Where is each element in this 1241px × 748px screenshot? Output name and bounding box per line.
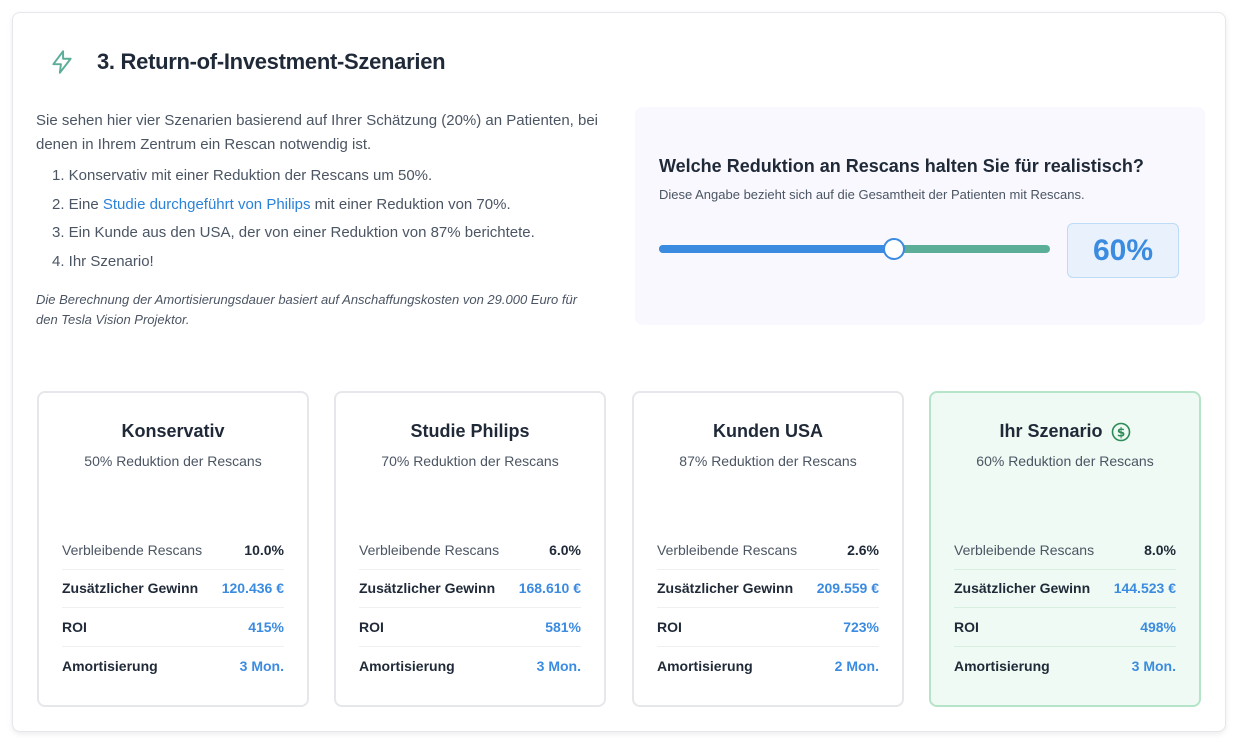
metric-label: Verbleibende Rescans	[954, 541, 1095, 558]
scenario-title: Studie Philips	[336, 421, 604, 442]
scenario-subtitle: 87% Reduktion der Rescans	[679, 453, 857, 469]
section-header: 3. Return-of-Investment-Szenarien	[49, 49, 446, 75]
list-item: 1. Konservativ mit einer Reduktion der R…	[52, 167, 433, 184]
scenario-card: Studie Philips 70% Reduktion der Rescans V…	[334, 391, 606, 707]
scenario-card: Konservativ 50% Reduktion der Rescans Verb…	[37, 391, 309, 707]
metric-label: ROI	[954, 618, 979, 635]
scenario-metrics: Verbleibende Rescans 6.0% Zusätzlicher Gew…	[359, 531, 581, 685]
scenario-metrics: Verbleibende Rescans 8.0% Zusätzlicher Gew…	[954, 531, 1176, 685]
metric-label: Zusätzlicher Gewinn	[954, 580, 1091, 597]
metric-value: 10.0%	[244, 541, 284, 558]
roi-scenarios-panel: 3. Return-of-Investment-Szenarien Sie se…	[12, 12, 1226, 732]
metric-row: Zusätzlicher Gewinn 209.559 €	[657, 570, 879, 608]
metric-label: ROI	[657, 618, 682, 635]
scenario-title-text: Konservativ	[121, 421, 225, 441]
metric-label: Zusätzlicher Gewinn	[657, 580, 794, 597]
reduction-value-display: 60%	[1067, 223, 1179, 278]
reduction-slider[interactable]	[659, 238, 1050, 260]
metric-value: 415%	[248, 618, 284, 635]
slider-question: Welche Reduktion an Rescans halten Sie f…	[659, 156, 1144, 176]
metric-row: ROI 415%	[62, 608, 284, 647]
metric-value: 168.610 €	[518, 580, 581, 597]
dollar-circle-icon: $	[1111, 422, 1131, 442]
philips-study-link[interactable]: Studie durchgeführt von Philips	[103, 196, 311, 213]
list-item-suffix: mit einer Reduktion von 70%.	[310, 195, 511, 213]
metric-label: ROI	[359, 618, 384, 635]
metric-row: Zusätzlicher Gewinn 120.436 €	[62, 570, 284, 608]
scenario-title-text: Ihr Szenario	[999, 421, 1103, 441]
metric-row: ROI 498%	[954, 608, 1176, 647]
list-item: 4. Ihr Szenario!	[52, 252, 154, 270]
metric-row: ROI 723%	[657, 608, 879, 647]
list-item: 2. Eine Studie durchgeführt von Philips …	[52, 191, 606, 220]
scenario-list: 1. Konservativ mit einer Reduktion der R…	[36, 162, 606, 276]
scenario-title: Konservativ	[39, 421, 307, 442]
lightning-bolt-icon	[49, 49, 75, 75]
amortization-note: Die Berechnung der Amortisierungsdauer b…	[36, 292, 578, 327]
metric-value: 2 Mon.	[834, 657, 879, 674]
metric-label: Verbleibende Rescans	[359, 541, 500, 558]
metric-value: 581%	[545, 618, 581, 635]
intro-paragraph: Sie sehen hier vier Szenarien basierend …	[36, 112, 599, 153]
section-title: 3. Return-of-Investment-Szenarien	[97, 49, 446, 74]
metric-label: Zusätzlicher Gewinn	[62, 580, 199, 597]
scenario-subtitle: 70% Reduktion der Rescans	[381, 453, 559, 469]
scenario-metrics: Verbleibende Rescans 2.6% Zusätzlicher Gew…	[657, 531, 879, 685]
list-item: 3. Ein Kunde aus den USA, der von einer …	[52, 224, 535, 241]
scenario-subtitle: 60% Reduktion der Rescans	[976, 453, 1154, 469]
slider-thumb[interactable]	[882, 238, 905, 260]
scenario-card: Ihr Szenario $60% Reduktion der Rescans Ve…	[929, 391, 1201, 707]
metric-label: Verbleibende Rescans	[657, 541, 798, 558]
metric-label: Zusätzlicher Gewinn	[359, 580, 496, 597]
intro-text: Sie sehen hier vier Szenarien basierend …	[36, 109, 606, 330]
metric-label: Amortisierung	[359, 657, 455, 674]
metric-row: Amortisierung 3 Mon.	[62, 647, 284, 686]
metric-label: Verbleibende Rescans	[62, 541, 203, 558]
metric-value: 144.523 €	[1113, 580, 1176, 597]
metric-row: Verbleibende Rescans 8.0%	[954, 531, 1176, 570]
scenario-metrics: Verbleibende Rescans 10.0% Zusätzlicher Ge…	[62, 531, 284, 685]
slider-fill	[659, 245, 894, 253]
svg-text:$: $	[1116, 425, 1124, 439]
metric-row: Amortisierung 2 Mon.	[657, 647, 879, 686]
metric-row: Zusätzlicher Gewinn 144.523 €	[954, 570, 1176, 608]
scenario-title-text: Kunden USA	[713, 421, 823, 441]
metric-row: ROI 581%	[359, 608, 581, 647]
metric-value: 498%	[1140, 618, 1176, 635]
metric-row: Amortisierung 3 Mon.	[954, 647, 1176, 686]
scenario-card: Kunden USA 87% Reduktion der Rescans Verbl…	[632, 391, 904, 707]
metric-value: 3 Mon.	[1131, 657, 1176, 674]
metric-row: Verbleibende Rescans 2.6%	[657, 531, 879, 570]
metric-row: Amortisierung 3 Mon.	[359, 647, 581, 686]
metric-value: 8.0%	[1144, 541, 1176, 558]
metric-value: 3 Mon.	[239, 657, 284, 674]
scenario-title: Kunden USA	[634, 421, 902, 442]
metric-value: 209.559 €	[816, 580, 879, 597]
metric-value: 3 Mon.	[536, 657, 581, 674]
scenario-subtitle: 50% Reduktion der Rescans	[84, 453, 262, 469]
metric-label: Amortisierung	[62, 657, 158, 674]
reduction-slider-box: Welche Reduktion an Rescans halten Sie f…	[635, 107, 1205, 325]
metric-label: Amortisierung	[954, 657, 1050, 674]
metric-label: ROI	[62, 618, 87, 635]
metric-row: Verbleibende Rescans 10.0%	[62, 531, 284, 570]
metric-value: 6.0%	[549, 541, 581, 558]
metric-value: 723%	[843, 618, 879, 635]
metric-row: Zusätzlicher Gewinn 168.610 €	[359, 570, 581, 608]
metric-row: Verbleibende Rescans 6.0%	[359, 531, 581, 570]
scenario-title-text: Studie Philips	[410, 421, 530, 441]
scenario-title: Ihr Szenario $	[931, 421, 1199, 442]
slider-hint: Diese Angabe bezieht sich auf die Gesamt…	[659, 187, 1085, 202]
metric-label: Amortisierung	[657, 657, 753, 674]
metric-value: 2.6%	[847, 541, 879, 558]
list-item-prefix: 2. Eine	[52, 195, 103, 213]
metric-value: 120.436 €	[221, 580, 284, 597]
